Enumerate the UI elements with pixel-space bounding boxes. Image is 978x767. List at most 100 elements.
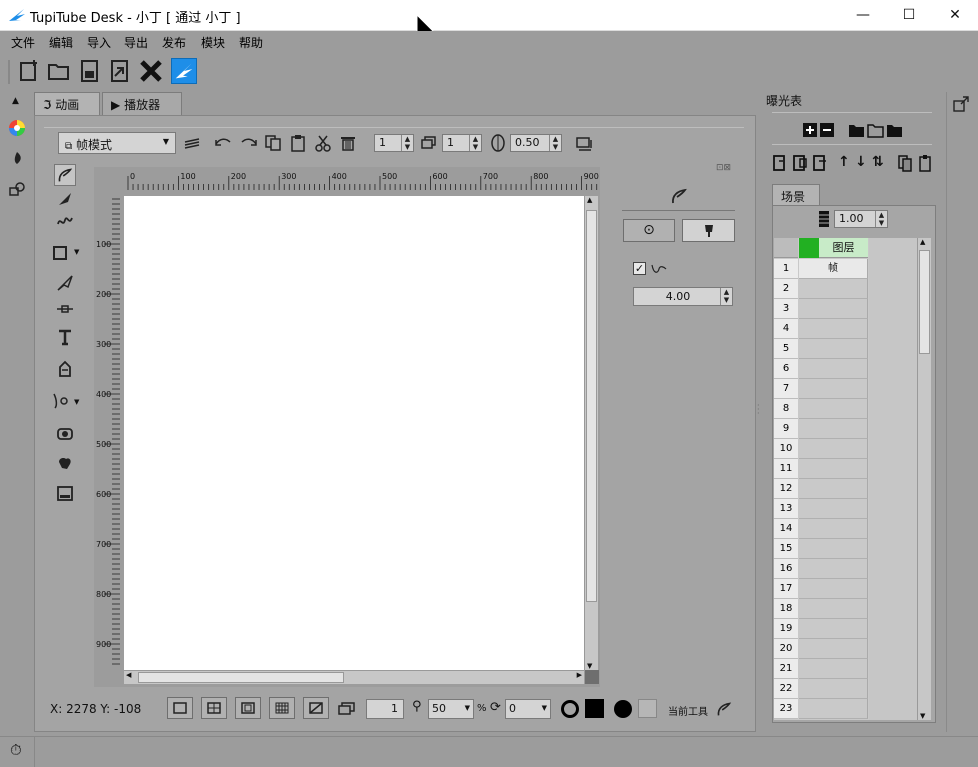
scroll-up-icon[interactable]: ▲ xyxy=(587,196,592,204)
menu-import[interactable]: 导入 xyxy=(87,34,111,51)
spin-arrows-icon[interactable]: ▲ ▼ xyxy=(720,288,732,305)
full-frame-button[interactable] xyxy=(167,697,193,719)
onion-skin-icon[interactable] xyxy=(183,134,201,152)
copy-paste-frame-icons[interactable] xyxy=(898,154,938,172)
frame-cell[interactable] xyxy=(799,399,868,419)
chevron-down-icon[interactable]: ▼ xyxy=(74,398,79,406)
spin-arrows-icon[interactable]: ▲ ▼ xyxy=(875,211,887,227)
pen-nib-icon[interactable] xyxy=(8,150,26,168)
zoom-select[interactable]: 50 ▼ xyxy=(428,699,474,719)
frame-cell[interactable] xyxy=(799,619,868,639)
color-palette-icon[interactable] xyxy=(8,119,26,137)
cut-icon[interactable] xyxy=(314,134,332,152)
frame-cell[interactable] xyxy=(799,379,868,399)
frame-cell[interactable] xyxy=(799,319,868,339)
undo-icon[interactable] xyxy=(214,134,232,152)
grid-button[interactable] xyxy=(269,697,295,719)
frame-cell[interactable] xyxy=(799,299,868,319)
frame-cell[interactable]: 帧 xyxy=(799,259,868,279)
spin-arrows-icon[interactable]: ▲ ▼ xyxy=(401,135,413,151)
copy-icon[interactable] xyxy=(264,134,282,152)
frame-number-field[interactable]: 1 xyxy=(366,699,404,719)
close-project-icon[interactable] xyxy=(138,58,164,84)
action-safe-button[interactable] xyxy=(235,697,261,719)
shift-tool-icon[interactable] xyxy=(56,484,74,502)
save-icon[interactable] xyxy=(77,58,103,84)
frame-cell[interactable] xyxy=(799,439,868,459)
layer-color-indicator[interactable] xyxy=(799,238,819,258)
canvas-vertical-scrollbar[interactable]: ▲ ▼ xyxy=(584,196,598,670)
brush-shape-button[interactable] xyxy=(682,219,735,242)
background-color-swatch[interactable] xyxy=(638,699,657,718)
frame-cell[interactable] xyxy=(799,359,868,379)
node-tool-icon[interactable] xyxy=(56,300,74,318)
layer-spinbox[interactable]: 1 ▲ ▼ xyxy=(442,134,482,152)
plugin-export-icon[interactable] xyxy=(953,96,969,112)
spin-arrows-icon[interactable]: ▲ ▼ xyxy=(469,135,481,151)
frame-cell[interactable] xyxy=(799,279,868,299)
tupitube-community-icon[interactable] xyxy=(171,58,197,84)
paste-icon[interactable] xyxy=(289,134,307,152)
spin-arrows-icon[interactable]: ▲ ▼ xyxy=(549,135,561,151)
library-shapes-icon[interactable] xyxy=(8,180,26,198)
frame-cell[interactable] xyxy=(799,679,868,699)
menu-help[interactable]: 帮助 xyxy=(239,34,263,51)
menu-file[interactable]: 文件 xyxy=(11,34,35,51)
frame-cell[interactable] xyxy=(799,459,868,479)
text-tool-icon[interactable] xyxy=(56,328,74,346)
layer-header[interactable]: 图层 xyxy=(819,238,868,258)
chevron-down-icon[interactable]: ▼ xyxy=(74,248,79,256)
exposure-vertical-scrollbar[interactable]: ▲ ▼ xyxy=(917,238,931,720)
frame-cell[interactable] xyxy=(799,579,868,599)
rotation-guide-button[interactable] xyxy=(303,697,329,719)
frame-cell[interactable] xyxy=(799,699,868,719)
frame-cell[interactable] xyxy=(799,639,868,659)
layer-folder-actions-icon[interactable] xyxy=(848,122,904,138)
frame-cell[interactable] xyxy=(799,659,868,679)
timer-icon[interactable]: ⏱ xyxy=(10,741,22,759)
select-tool-icon[interactable] xyxy=(56,274,74,292)
frame-cell[interactable] xyxy=(799,599,868,619)
collapse-up-icon[interactable]: ▲ xyxy=(12,96,19,106)
frame-cell[interactable] xyxy=(799,419,868,439)
tab-scene[interactable]: 场景 xyxy=(772,184,820,206)
frame-cell[interactable] xyxy=(799,479,868,499)
smooth-checkbox[interactable]: ✓ xyxy=(633,262,646,275)
scrollbar-thumb[interactable] xyxy=(586,210,597,602)
add-remove-layer-icon[interactable] xyxy=(802,122,836,138)
rotation-select[interactable]: 0 ▼ xyxy=(505,699,551,719)
frame-spinbox[interactable]: 1 ▲ ▼ xyxy=(374,134,414,152)
opacity-spinbox[interactable]: 0.50 ▲ ▼ xyxy=(510,134,562,152)
new-project-icon[interactable] xyxy=(16,58,42,84)
splitter-handle[interactable]: · · · xyxy=(757,402,761,420)
scroll-left-icon[interactable]: ◀ xyxy=(126,671,131,679)
scroll-down-icon[interactable]: ▼ xyxy=(587,662,592,670)
redo-icon[interactable] xyxy=(240,134,258,152)
camera-tool-icon[interactable] xyxy=(56,424,74,442)
scroll-down-icon[interactable]: ▼ xyxy=(920,712,925,720)
smooth-value-spinbox[interactable]: 4.00 ▲ ▼ xyxy=(633,287,733,306)
menu-export[interactable]: 导出 xyxy=(124,34,148,51)
fps-spinbox[interactable]: 1.00 ▲ ▼ xyxy=(834,210,888,228)
menu-publish[interactable]: 发布 xyxy=(162,34,186,51)
pressure-button[interactable]: ⊙ xyxy=(623,219,675,242)
safe-area-button[interactable] xyxy=(201,697,227,719)
rectangle-tool-icon[interactable] xyxy=(52,244,70,262)
menu-modules[interactable]: 模块 xyxy=(201,34,225,51)
move-frame-up-icon[interactable]: ↑ xyxy=(838,154,850,170)
menu-edit[interactable]: 编辑 xyxy=(49,34,73,51)
canvas-size-icon[interactable] xyxy=(575,134,593,152)
open-folder-icon[interactable] xyxy=(46,58,72,84)
canvas-horizontal-scrollbar[interactable]: ◀ ▶ xyxy=(124,670,584,684)
scrollbar-thumb[interactable] xyxy=(919,250,930,354)
tab-player[interactable]: ▶ 播放器 xyxy=(102,92,182,116)
pencil-tool-icon[interactable] xyxy=(54,164,76,186)
mode-select[interactable]: ⧉ 帧模式 ▼ xyxy=(58,132,176,154)
frame-cell[interactable] xyxy=(799,499,868,519)
scrollbar-thumb[interactable] xyxy=(138,672,344,683)
scroll-right-icon[interactable]: ▶ xyxy=(577,671,582,679)
drawing-canvas[interactable] xyxy=(124,196,584,670)
frame-cell[interactable] xyxy=(799,519,868,539)
hand-tool-icon[interactable] xyxy=(56,454,74,472)
eraser-tool-icon[interactable] xyxy=(52,392,70,410)
